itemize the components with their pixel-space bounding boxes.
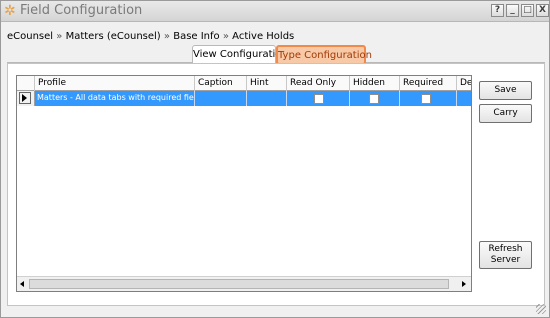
breadcrumb-separator: » (222, 31, 229, 42)
breadcrumb-item[interactable]: eCounsel (7, 31, 53, 42)
cell-de[interactable] (457, 91, 471, 106)
save-button[interactable]: Save (479, 81, 532, 100)
close-button[interactable]: X (536, 4, 549, 17)
cell-read-only[interactable] (287, 91, 350, 106)
column-header-caption[interactable]: Caption (195, 76, 247, 91)
required-checkbox[interactable] (421, 94, 431, 104)
field-configuration-window: ✲ Field Configuration ? _ □ X eCounsel »… (0, 0, 550, 318)
breadcrumb-item[interactable]: Matters (eCounsel) (66, 31, 161, 42)
row-header-corner (17, 76, 35, 91)
gear-icon: ✲ (4, 3, 16, 19)
column-header-profile[interactable]: Profile (35, 76, 195, 91)
row-selector[interactable] (17, 91, 35, 106)
resize-grip-icon[interactable] (536, 304, 546, 314)
cell-hint[interactable] (247, 91, 287, 106)
help-button[interactable]: ? (491, 4, 504, 17)
scrollbar-thumb[interactable] (29, 279, 449, 289)
cell-required[interactable] (400, 91, 457, 106)
breadcrumb-item[interactable]: Active Holds (232, 31, 294, 42)
column-header-required[interactable]: Required (400, 76, 457, 91)
title-bar[interactable]: ✲ Field Configuration ? _ □ X (1, 1, 549, 22)
configuration-grid[interactable]: Profile Caption Hint Read Only Hidden Re… (16, 75, 472, 292)
cell-caption[interactable] (195, 91, 247, 106)
breadcrumb-separator: » (163, 31, 171, 42)
column-header-hidden[interactable]: Hidden (350, 76, 400, 91)
minimize-button[interactable]: _ (506, 4, 519, 17)
maximize-button[interactable]: □ (521, 4, 534, 17)
hidden-checkbox[interactable] (369, 94, 379, 104)
column-header-hint[interactable]: Hint (247, 76, 287, 91)
window-title: Field Configuration (20, 3, 143, 18)
scroll-left-icon[interactable] (20, 281, 24, 287)
cell-profile[interactable]: Matters - All data tabs with required fi… (35, 91, 195, 106)
horizontal-scrollbar[interactable] (17, 276, 471, 291)
current-row-arrow-icon (22, 94, 27, 102)
breadcrumb: eCounsel » Matters (eCounsel) » Base Inf… (7, 31, 294, 42)
table-row[interactable]: Matters - All data tabs with required fi… (17, 91, 471, 106)
grid-header: Profile Caption Hint Read Only Hidden Re… (17, 76, 471, 91)
refresh-server-button[interactable]: Refresh Server (479, 241, 532, 269)
column-header-read-only[interactable]: Read Only (287, 76, 350, 91)
scroll-right-icon[interactable] (462, 281, 466, 287)
read-only-checkbox[interactable] (314, 94, 324, 104)
cell-hidden[interactable] (350, 91, 400, 106)
carry-button[interactable]: Carry (479, 104, 532, 123)
tab-view-configuration[interactable]: View Configuration (192, 45, 288, 65)
column-header-de[interactable]: De (457, 76, 471, 91)
breadcrumb-item[interactable]: Base Info (173, 31, 219, 42)
breadcrumb-separator: » (56, 31, 63, 42)
tab-type-configuration[interactable]: Type Configuration (276, 45, 372, 65)
